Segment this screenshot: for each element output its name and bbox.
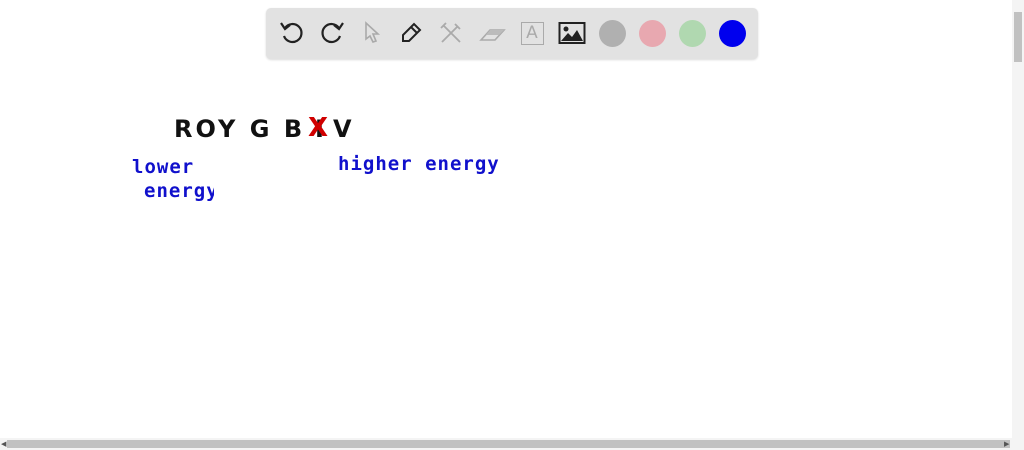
text-icon: A	[520, 21, 544, 45]
mnemonic-part2: V	[333, 115, 355, 143]
vertical-scrollbar[interactable]	[1012, 0, 1024, 438]
pen-icon	[402, 22, 422, 42]
pen-button[interactable]	[396, 18, 426, 48]
higher-energy-label: higher energy	[338, 153, 500, 175]
cross-mark: X	[308, 113, 329, 143]
drawing-canvas[interactable]	[0, 70, 1012, 438]
horizontal-scrollbar[interactable]: ◀ ▶	[0, 438, 1024, 450]
redo-icon	[321, 22, 344, 44]
tools-icon	[440, 22, 461, 43]
undo-button[interactable]	[277, 18, 307, 48]
select-icon	[365, 21, 381, 43]
text-button[interactable]: A	[517, 18, 547, 48]
lower-energy-label-line1: lower	[132, 156, 195, 178]
eraser-icon	[479, 29, 506, 41]
vertical-scroll-thumb[interactable]	[1014, 12, 1022, 62]
eraser-button[interactable]	[477, 18, 507, 48]
color-blue-swatch[interactable]	[719, 20, 746, 47]
tools-button[interactable]	[436, 18, 466, 48]
color-green-swatch[interactable]	[679, 20, 706, 47]
undo-icon	[280, 22, 303, 44]
scroll-left-icon[interactable]: ◀	[1, 440, 6, 448]
image-icon	[558, 22, 586, 44]
select-button[interactable]	[357, 18, 387, 48]
color-pink-swatch[interactable]	[639, 20, 666, 47]
scroll-right-icon[interactable]: ▶	[1004, 440, 1009, 448]
mnemonic-part1: ROY G B	[174, 115, 306, 143]
color-gray-swatch[interactable]	[599, 20, 626, 47]
drawing-toolbar: A	[266, 8, 758, 59]
redo-button[interactable]	[317, 18, 347, 48]
image-button[interactable]	[557, 18, 587, 48]
lower-energy-label-line2: energy	[144, 180, 214, 202]
horizontal-scroll-thumb[interactable]	[7, 440, 1010, 448]
